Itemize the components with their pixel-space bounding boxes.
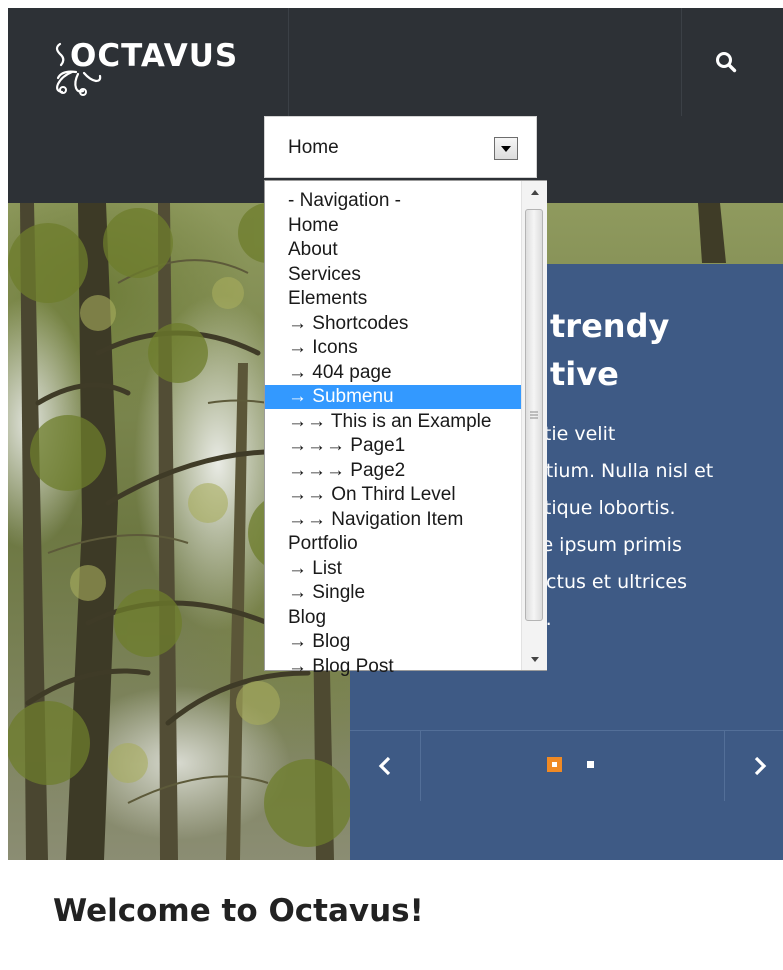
scrollbar-thumb[interactable]	[525, 209, 543, 621]
select-dropdown-button[interactable]	[494, 137, 518, 160]
dropdown-option[interactable]: Portfolio	[265, 532, 521, 556]
dropdown-option[interactable]: → 404 page	[265, 361, 521, 385]
dropdown-option[interactable]: Blog	[265, 606, 521, 630]
search-icon	[716, 52, 737, 73]
search-button[interactable]	[708, 44, 744, 80]
scroll-up-arrow-icon	[530, 189, 539, 195]
dropdown-scrollbar[interactable]	[521, 181, 547, 670]
slide-body-text: stie velit etium. Nulla nisl et stique l…	[534, 423, 714, 630]
chevron-right-icon	[754, 756, 767, 776]
dropdown-option[interactable]: - Navigation -	[265, 189, 521, 213]
dropdown-option[interactable]: →→→ Page2	[265, 459, 521, 483]
scroll-up-button[interactable]	[522, 181, 547, 203]
header-divider	[681, 8, 682, 116]
navigation-select[interactable]: Home	[264, 116, 537, 178]
chevron-left-icon	[378, 756, 391, 776]
caret-down-icon	[501, 145, 511, 152]
slide-title: trendy tive	[550, 307, 670, 393]
page: OCTAVUS trendy tive stie velit etium. Nu…	[8, 8, 783, 970]
slider-dot-1[interactable]	[547, 757, 562, 772]
navigation-dropdown-list[interactable]: → Blog Post → Blog Blog → Single → List Portf…	[264, 180, 547, 677]
slider-dot-2[interactable]	[587, 761, 594, 768]
dropdown-option[interactable]: →→→ Page1	[265, 434, 521, 458]
dropdown-option[interactable]: → Shortcodes	[265, 312, 521, 336]
dropdown-option[interactable]: → Single	[265, 581, 521, 605]
scroll-down-button[interactable]	[522, 648, 547, 670]
dropdown-option[interactable]: → Submenu	[265, 385, 521, 409]
dropdown-option[interactable]: → Blog	[265, 630, 521, 654]
slider-prev-button[interactable]	[350, 731, 421, 801]
slider-next-button[interactable]	[724, 731, 783, 801]
header-divider	[288, 8, 289, 116]
slider-navigation	[350, 730, 783, 801]
grip-icon	[530, 411, 538, 419]
site-logo[interactable]: OCTAVUS	[50, 32, 238, 102]
dropdown-option[interactable]: Home	[265, 214, 521, 238]
welcome-heading: Welcome to Octavus!	[53, 893, 424, 929]
dropdown-option[interactable]: Services	[265, 263, 521, 287]
dropdown-option[interactable]: Elements	[265, 287, 521, 311]
select-current-value: Home	[288, 137, 339, 158]
dropdown-option[interactable]: About	[265, 238, 521, 262]
dropdown-option[interactable]: →→ On Third Level	[265, 483, 521, 507]
scroll-down-arrow-icon	[530, 656, 539, 662]
dropdown-option[interactable]: → Icons	[265, 336, 521, 360]
dropdown-option[interactable]: → List	[265, 557, 521, 581]
dropdown-option[interactable]: →→ This is an Example	[265, 410, 521, 434]
dropdown-option[interactable]: →→ Navigation Item	[265, 508, 521, 532]
logo-text: OCTAVUS	[70, 38, 239, 74]
dropdown-option[interactable]: → Blog Post	[265, 655, 521, 679]
